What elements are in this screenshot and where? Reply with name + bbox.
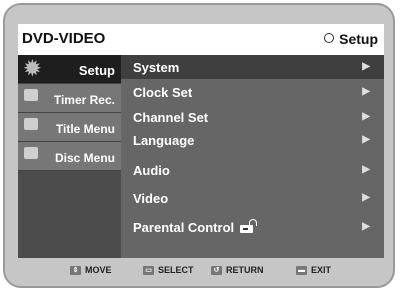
guide-move-label: MOVE (85, 265, 112, 275)
gear-icon: ✹ (24, 58, 41, 80)
menu-item-label: Channel Set (133, 110, 209, 125)
sidebar-item-label: Setup (78, 63, 115, 78)
sidebar-item-disc-menu[interactable]: Disc Menu (18, 142, 121, 171)
header-section-label: Setup (339, 31, 378, 47)
disc-menu-icon (24, 147, 38, 159)
guide-exit: ▬ EXIT (296, 265, 331, 275)
move-key-icon: ⇕ (70, 265, 81, 275)
menu-item-system[interactable]: System ▶ (121, 55, 384, 79)
return-key-icon: ↺ (211, 265, 222, 275)
menu-item-clock-set[interactable]: Clock Set ▶ (121, 80, 384, 104)
guide-select: ▭ SELECT (143, 265, 194, 275)
menu-header: DVD-VIDEO Setup (18, 24, 384, 55)
parental-control-label: Parental Control (133, 220, 235, 235)
menu-item-label: Language (133, 133, 195, 148)
header-title: DVD-VIDEO (22, 30, 106, 47)
guide-select-label: SELECT (158, 265, 194, 275)
arrow-right-icon: ▶ (362, 192, 370, 203)
menu-panel: DVD-VIDEO Setup ✹ Setup Timer Rec. Title… (18, 24, 384, 258)
menu-item-language[interactable]: Language ▶ (121, 128, 384, 152)
exit-key-icon: ▬ (296, 265, 307, 275)
arrow-right-icon: ▶ (362, 221, 370, 232)
arrow-right-icon: ▶ (362, 134, 370, 145)
guide-return: ↺ RETURN (211, 265, 264, 275)
menu-item-label: Clock Set (133, 85, 193, 100)
menu-item-label: Audio (133, 163, 170, 178)
menu-item-label: Parental Control (133, 219, 258, 235)
button-guide: ⇕ MOVE ▭ SELECT ↺ RETURN ▬ EXIT (18, 260, 384, 282)
ring-icon (324, 33, 335, 43)
sidebar: ✹ Setup Timer Rec. Title Menu Disc Menu (18, 55, 121, 258)
menu-item-parental-control[interactable]: Parental Control ▶ (121, 215, 384, 239)
arrow-right-icon: ▶ (362, 86, 370, 97)
sidebar-item-label: Disc Menu (54, 151, 115, 165)
title-menu-icon (24, 118, 38, 130)
guide-move: ⇕ MOVE (70, 265, 112, 275)
guide-exit-label: EXIT (311, 265, 332, 275)
menu-item-video[interactable]: Video ▶ (121, 186, 384, 210)
arrow-right-icon: ▶ (362, 111, 370, 122)
sidebar-item-label: Timer Rec. (53, 93, 115, 107)
menu-item-audio[interactable]: Audio ▶ (121, 158, 384, 182)
menu-item-channel-set[interactable]: Channel Set ▶ (121, 105, 384, 129)
guide-return-label: RETURN (226, 265, 264, 275)
arrow-right-icon: ▶ (362, 164, 370, 175)
timer-icon (24, 89, 38, 101)
arrow-right-icon: ▶ (362, 61, 370, 72)
menu-list: System ▶ Clock Set ▶ Channel Set ▶ Langu… (121, 55, 384, 258)
header-section: Setup (324, 31, 378, 47)
select-key-icon: ▭ (143, 265, 154, 275)
sidebar-item-label: Title Menu (55, 122, 115, 136)
lock-icon (240, 219, 258, 233)
tv-screen-frame: DVD-VIDEO Setup ✹ Setup Timer Rec. Title… (3, 3, 395, 288)
sidebar-item-title-menu[interactable]: Title Menu (18, 113, 121, 142)
menu-item-label: System (133, 60, 180, 75)
sidebar-item-setup[interactable]: ✹ Setup (18, 55, 121, 84)
menu-item-label: Video (133, 191, 169, 206)
sidebar-item-timer-rec[interactable]: Timer Rec. (18, 84, 121, 113)
